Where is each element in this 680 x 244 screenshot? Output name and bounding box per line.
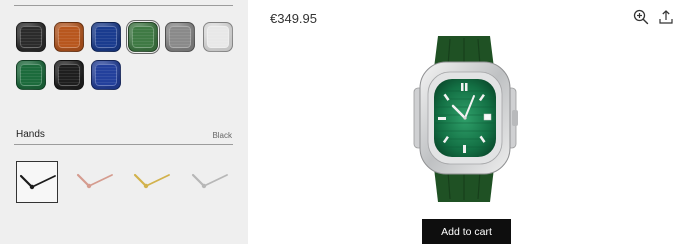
dial-swatch-face — [132, 26, 154, 48]
dial-swatch-orange[interactable] — [54, 22, 84, 52]
hands-section-title: Hands — [16, 129, 45, 140]
hand-shape-icon — [191, 173, 228, 189]
add-to-cart-button[interactable]: Add to cart — [422, 219, 511, 244]
divider — [14, 144, 233, 145]
customizer-panel: Hands Black — [0, 0, 248, 244]
dial-swatch-face — [95, 26, 117, 48]
zoom-in-icon[interactable] — [632, 8, 650, 26]
product-price: €349.95 — [270, 11, 317, 26]
hand-shape-icon — [19, 174, 56, 190]
dial-swatch-green-skeleton[interactable] — [16, 60, 46, 90]
dial-swatch-face — [20, 26, 42, 48]
hand-option-silver[interactable] — [189, 161, 231, 203]
hand-option-black[interactable] — [16, 161, 58, 203]
hand-shape-icon — [76, 173, 113, 189]
hand-option-gold[interactable] — [131, 161, 173, 203]
dial-swatch-face — [58, 26, 80, 48]
dial-swatch-white[interactable] — [203, 22, 233, 52]
dial-swatch-face — [20, 64, 42, 86]
dial-swatch-blue[interactable] — [91, 22, 121, 52]
hands-selected-value: Black — [212, 131, 232, 140]
dial-swatch-face — [95, 64, 117, 86]
hand-option-rose-gold[interactable] — [74, 161, 116, 203]
divider — [14, 5, 233, 6]
dial-swatch-grey[interactable] — [165, 22, 195, 52]
dial-swatch-black[interactable] — [16, 22, 46, 52]
dial-swatch-face — [169, 26, 191, 48]
share-icon[interactable] — [657, 8, 675, 26]
hand-shape-icon — [133, 173, 170, 189]
dial-swatch-green[interactable] — [126, 20, 160, 54]
dial-swatch-face — [58, 64, 80, 86]
product-image — [408, 36, 520, 207]
dial-swatch-blue-skeleton[interactable] — [91, 60, 121, 90]
dial-swatch-face — [207, 26, 229, 48]
dial-swatch-black-skeleton[interactable] — [54, 60, 84, 90]
